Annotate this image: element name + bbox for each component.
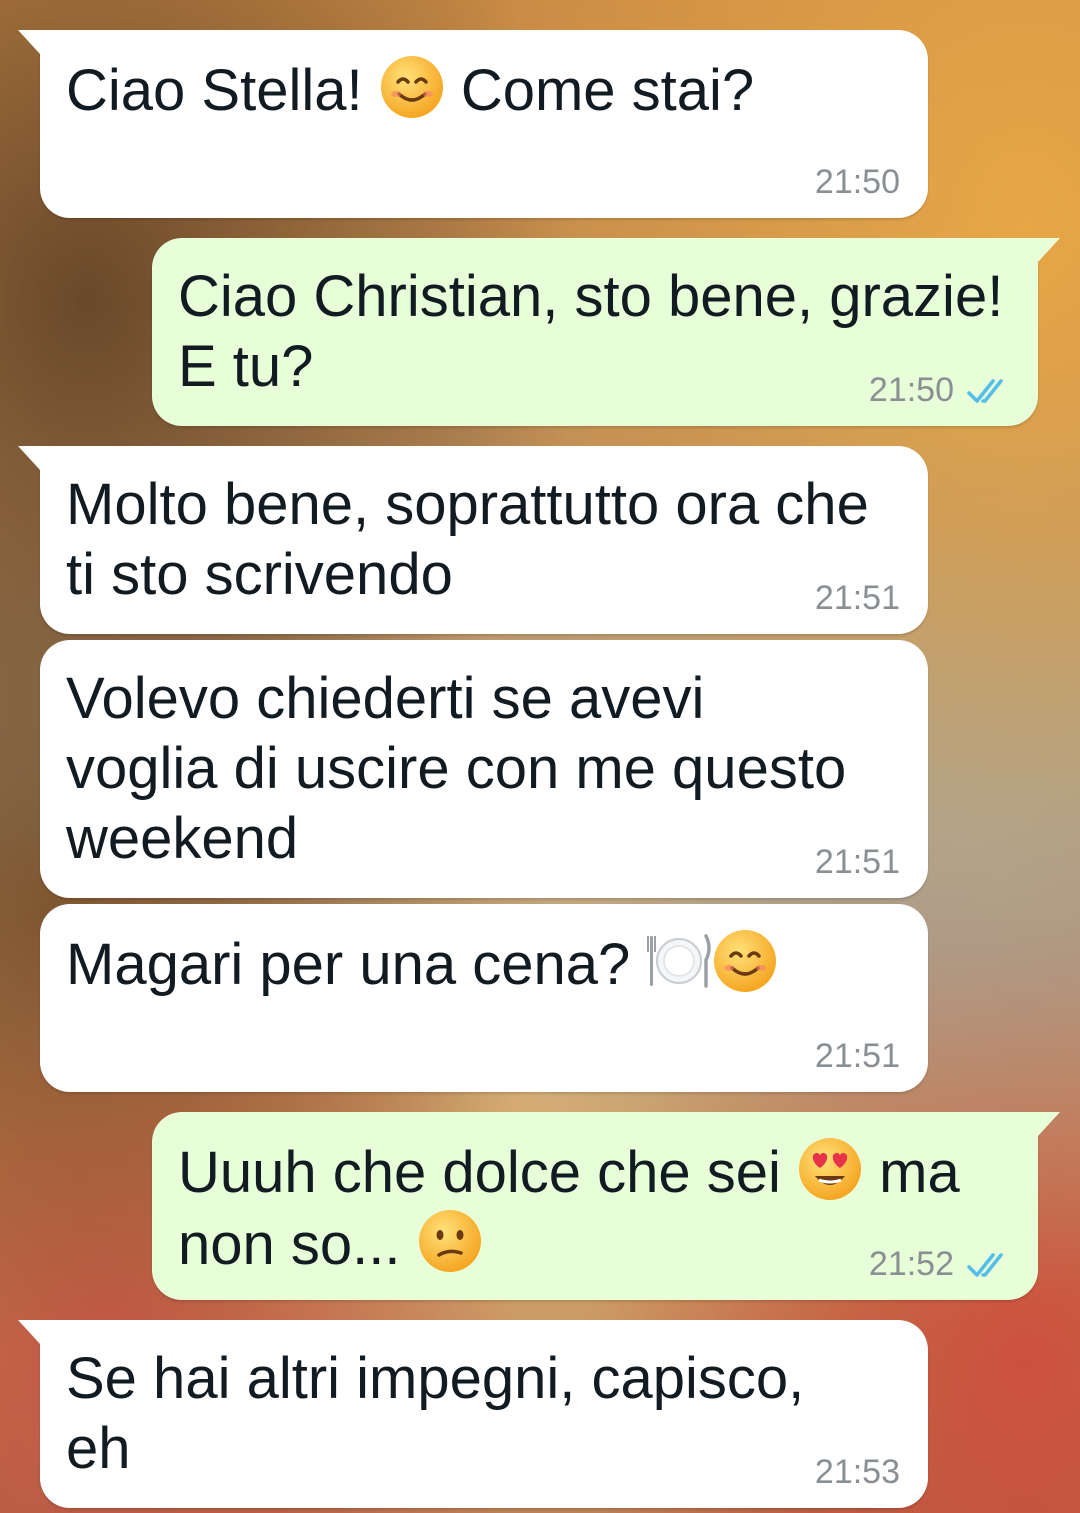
message-bubble-incoming[interactable]: Ciao Stella! Come stai? 21:50 (18, 30, 928, 218)
message-bubble-outgoing[interactable]: Ciao Christian, sto bene, grazie! E tu? … (152, 238, 1060, 426)
message-bubble-incoming[interactable]: Magari per una cena? 21:51 (40, 904, 928, 1092)
message-meta: 21:53 (815, 1453, 900, 1492)
message-text: Magari per una cena? (66, 928, 900, 1000)
message-meta: 21:50 (869, 371, 1010, 410)
bubble-tail (1038, 1112, 1060, 1136)
smiling-face-icon (714, 930, 777, 992)
message-bubble-incoming[interactable]: Molto bene, soprattutto ora che ti sto s… (18, 446, 928, 634)
message-time: 21:50 (814, 163, 900, 201)
message-meta: 21:50 (815, 163, 900, 202)
message-text-part: Magari per una cena? (66, 932, 647, 997)
message-meta: 21:51 (815, 843, 900, 882)
message-text-part: Uuuh che dolce che sei (178, 1140, 798, 1205)
bubble-tail (18, 446, 40, 470)
message-time: 21:50 (868, 371, 954, 409)
message-text-part: ma (863, 1140, 960, 1205)
message-meta: 21:52 (869, 1245, 1010, 1284)
smiling-face-icon (380, 56, 443, 118)
message-text: Molto bene, soprattutto ora che ti sto s… (66, 472, 869, 607)
bubble-tail (18, 1320, 40, 1344)
message-time: 21:53 (814, 1453, 900, 1491)
heart-eyes-icon (799, 1138, 862, 1200)
message-text: Volevo chiederti se avevi voglia di usci… (66, 666, 847, 871)
double-check-read-icon (967, 1252, 1003, 1277)
message-text-part: non so... (178, 1212, 417, 1277)
message-text-part: Come stai? (444, 58, 755, 123)
message-bubble-outgoing[interactable]: Uuuh che dolce che sei ma non so... 21:5… (152, 1112, 1060, 1300)
confused-face-icon (418, 1210, 481, 1272)
double-check-read-icon (967, 378, 1003, 403)
bubble-tail (18, 30, 40, 54)
message-meta: 21:51 (815, 579, 900, 618)
message-text: Se hai altri impegni, capisco, eh (66, 1346, 805, 1481)
message-time: 21:51 (814, 1037, 900, 1075)
fork-knife-plate-icon (647, 934, 712, 988)
message-text-part: Ciao Stella! (66, 58, 379, 123)
message-bubble-incoming[interactable]: Se hai altri impegni, capisco, eh 21:53 (18, 1320, 928, 1508)
message-text: Ciao Stella! Come stai? (66, 54, 900, 126)
message-bubble-incoming[interactable]: Volevo chiederti se avevi voglia di usci… (40, 640, 928, 898)
bubble-tail (1038, 238, 1060, 262)
message-time: 21:52 (868, 1245, 954, 1283)
message-time: 21:51 (814, 579, 900, 617)
message-meta: 21:51 (815, 1037, 900, 1076)
chat-conversation: Ciao Stella! Come stai? 21:50 Ciao Chris… (0, 0, 1080, 1513)
message-time: 21:51 (814, 843, 900, 881)
